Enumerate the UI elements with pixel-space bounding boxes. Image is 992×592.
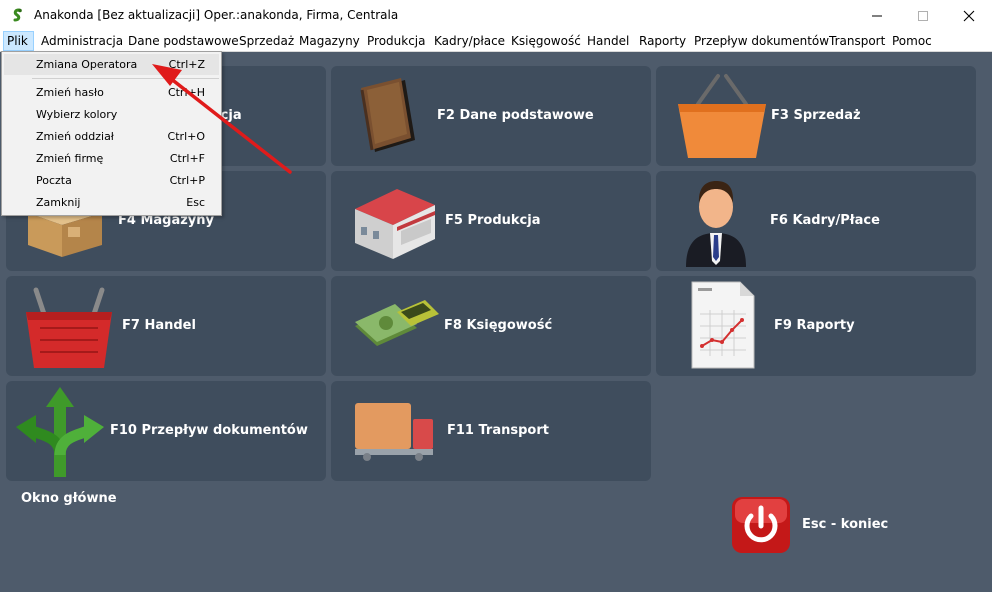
- menu-item-label: Zmiana Operatora: [36, 58, 138, 71]
- power-icon: [732, 497, 790, 553]
- menu-pomoc[interactable]: Pomoc: [889, 31, 935, 51]
- menu-ksiegowosc[interactable]: Księgowość: [508, 31, 584, 51]
- red-basket-icon: [26, 287, 112, 368]
- menu-transport[interactable]: Transport: [826, 31, 888, 51]
- menu-item-zmiana-operatora[interactable]: Zmiana Operatora Ctrl+Z: [4, 54, 219, 75]
- truck-icon: [355, 403, 433, 461]
- title-bar: Anakonda [Bez aktualizacji] Oper.:anakon…: [0, 0, 992, 31]
- basket-icon: [678, 74, 766, 158]
- report-icon: [691, 281, 755, 369]
- menu-separator: [32, 78, 219, 79]
- menu-sprzedaz[interactable]: Sprzedaż: [236, 31, 297, 51]
- tile-handel[interactable]: F7 Handel: [6, 276, 326, 376]
- menu-przeplyw-dokumentow[interactable]: Przepływ dokumentów: [691, 31, 832, 51]
- factory-icon: [355, 189, 435, 259]
- tile-label: F8 Księgowość: [444, 318, 553, 333]
- tile-kadry-place[interactable]: F6 Kadry/Płace: [656, 171, 976, 271]
- menu-magazyny[interactable]: Magazyny: [296, 31, 363, 51]
- menu-item-shortcut: Ctrl+O: [167, 130, 205, 143]
- menu-administracja[interactable]: Administracja: [38, 31, 126, 51]
- arrows-icon: [16, 387, 104, 477]
- menu-raporty[interactable]: Raporty: [636, 31, 689, 51]
- tile-label: F6 Kadry/Płace: [770, 213, 880, 228]
- book-icon: [360, 78, 415, 152]
- menu-item-label: Zmień oddział: [36, 130, 114, 143]
- tile-label: F5 Produkcja: [445, 213, 541, 228]
- menu-kadry-place[interactable]: Kadry/płace: [431, 31, 508, 51]
- tile-label: F11 Transport: [447, 423, 549, 438]
- maximize-button[interactable]: [900, 0, 946, 31]
- menu-item-zmien-oddzial[interactable]: Zmień oddział Ctrl+O: [4, 126, 219, 147]
- app-snake-icon: [13, 8, 22, 22]
- menu-item-poczta[interactable]: Poczta Ctrl+P: [4, 170, 219, 191]
- menu-item-label: Zmień hasło: [36, 86, 104, 99]
- person-icon: [686, 181, 746, 267]
- menu-item-shortcut: Ctrl+F: [169, 152, 205, 165]
- menu-produkcja[interactable]: Produkcja: [364, 31, 429, 51]
- menu-item-shortcut: Ctrl+H: [167, 86, 205, 99]
- close-icon: [963, 10, 975, 22]
- menu-item-label: Poczta: [36, 174, 72, 187]
- tile-label: F10 Przepływ dokumentów: [110, 423, 308, 438]
- menu-item-label: Wybierz kolory: [36, 108, 118, 121]
- money-calculator-icon: [355, 300, 439, 346]
- tile-sprzedaz[interactable]: F3 Sprzedaż: [656, 66, 976, 166]
- window-caption: Okno główne: [21, 491, 117, 506]
- menu-item-zmien-haslo[interactable]: Zmień hasło Ctrl+H: [4, 82, 219, 103]
- menu-item-wybierz-kolory[interactable]: Wybierz kolory: [4, 104, 219, 125]
- menu-item-zamknij[interactable]: Zamknij Esc: [4, 192, 219, 213]
- minimize-icon: [872, 15, 882, 17]
- window-title: Anakonda [Bez aktualizacji] Oper.:anakon…: [34, 8, 399, 22]
- menu-dane-podstawowe[interactable]: Dane podstawowe: [125, 31, 242, 51]
- menu-plik[interactable]: Plik: [3, 31, 34, 51]
- tile-label: F7 Handel: [122, 318, 196, 333]
- minimize-button[interactable]: [854, 0, 900, 31]
- menu-item-label: Zamknij: [36, 196, 81, 209]
- exit-label: Esc - koniec: [802, 517, 889, 532]
- tile-label: F3 Sprzedaż: [771, 108, 861, 123]
- menu-item-zmien-firme[interactable]: Zmień firmę Ctrl+F: [4, 148, 219, 169]
- tile-dane-podstawowe[interactable]: F2 Dane podstawowe: [331, 66, 651, 166]
- close-button[interactable]: [946, 0, 992, 31]
- tile-ksiegowosc[interactable]: F8 Księgowość: [331, 276, 651, 376]
- tile-raporty[interactable]: F9 Raporty: [656, 276, 976, 376]
- menu-handel[interactable]: Handel: [584, 31, 632, 51]
- exit-button[interactable]: [731, 496, 791, 554]
- maximize-icon: [918, 11, 928, 21]
- tile-przeplyw-dokumentow[interactable]: F10 Przepływ dokumentów: [6, 381, 326, 481]
- tile-produkcja[interactable]: F5 Produkcja: [331, 171, 651, 271]
- menu-bar: Plik Administracja Dane podstawowe Sprze…: [0, 31, 992, 52]
- tile-label: F2 Dane podstawowe: [437, 108, 594, 123]
- tile-transport[interactable]: F11 Transport: [331, 381, 651, 481]
- file-menu-dropdown: Zmiana Operatora Ctrl+Z Zmień hasło Ctrl…: [1, 51, 222, 216]
- menu-item-shortcut: Esc: [186, 196, 205, 209]
- menu-item-shortcut: Ctrl+P: [169, 174, 205, 187]
- tile-label: F9 Raporty: [774, 318, 855, 333]
- menu-item-shortcut: Ctrl+Z: [168, 58, 205, 71]
- menu-item-label: Zmień firmę: [36, 152, 104, 165]
